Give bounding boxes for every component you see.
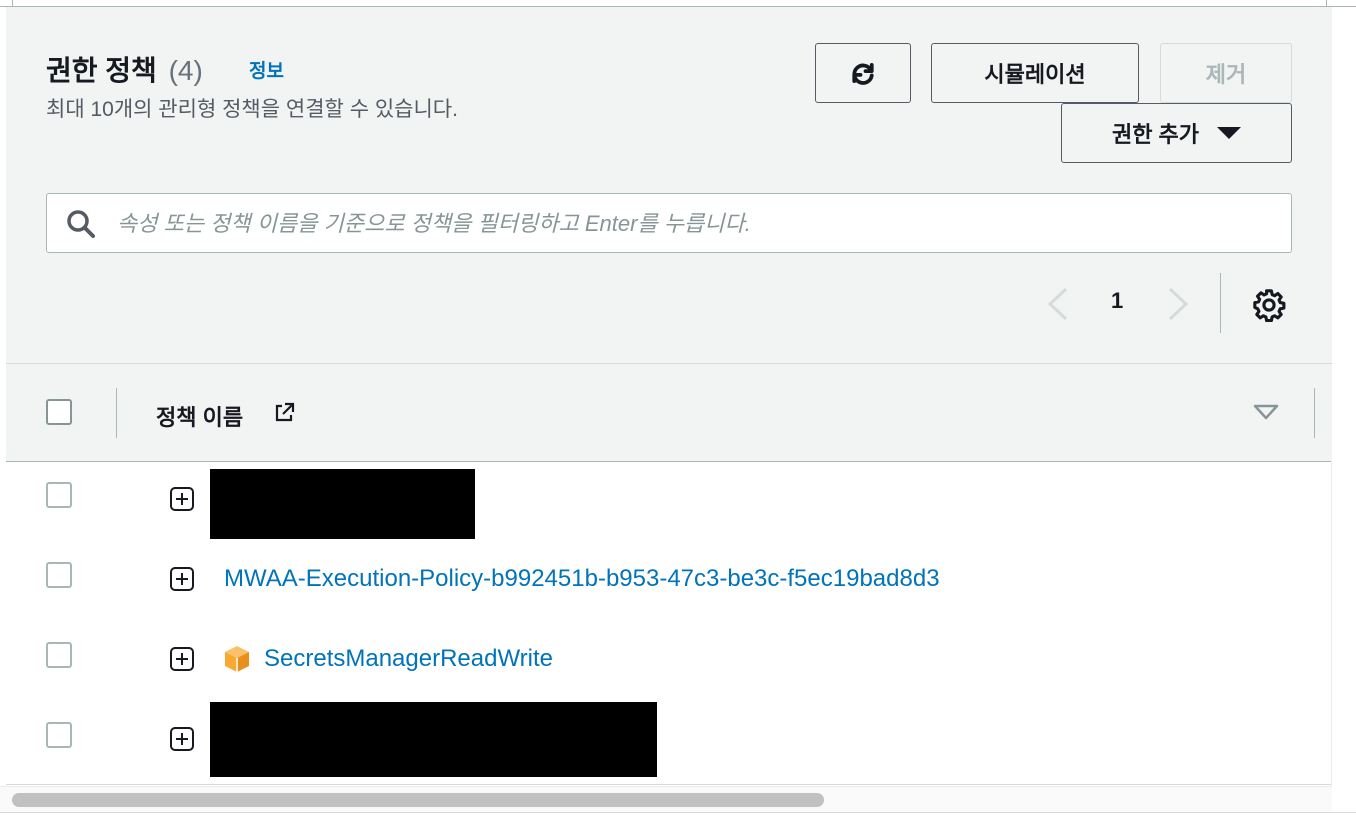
simulate-button[interactable]: 시뮬레이션 [931,43,1139,103]
row-checkbox[interactable] [46,482,72,508]
select-all-checkbox[interactable] [46,399,72,425]
aws-managed-icon [225,646,249,672]
bottom-divider [0,812,1356,813]
table-row: MWAA-Execution-Policy-b992451b-b953-47c3… [6,542,1332,623]
refresh-icon [852,63,874,85]
table-column-header: 정책 이름 [6,363,1332,462]
policy-name-link[interactable]: MWAA-Execution-Policy-b992451b-b953-47c3… [224,565,940,593]
current-page-number[interactable]: 1 [1111,288,1123,314]
add-permissions-button[interactable]: 권한 추가 [1061,103,1292,163]
refresh-button[interactable] [815,43,911,103]
permission-policies-page: 권한 정책 (4) 정보 최대 10개의 관리형 정책을 연결할 수 있습니다.… [0,0,1356,820]
sort-down-icon[interactable] [1252,402,1280,422]
row-checkbox[interactable] [46,642,72,668]
add-permissions-label: 권한 추가 [1111,122,1200,147]
search-icon [67,210,95,238]
policy-search [46,193,1292,254]
row-checkbox[interactable] [46,562,72,588]
row-checkbox[interactable] [46,722,72,748]
title-text: 권한 정책 [46,55,157,86]
top-edge-tick [1326,0,1327,6]
horizontal-scrollbar[interactable] [0,786,1332,813]
top-edge-tick [12,0,13,6]
expand-plus-icon[interactable] [169,726,195,752]
table-row: SecretsManagerReadWrite [6,622,1332,703]
policy-name-link[interactable]: SecretsManagerReadWrite [264,645,553,673]
chevron-left-icon[interactable] [1044,286,1072,322]
remove-button[interactable]: 제거 [1160,43,1292,103]
scrollbar-thumb[interactable] [12,793,824,807]
table-row [6,702,1332,785]
info-link[interactable]: 정보 [249,56,284,83]
top-edge [0,0,1356,7]
search-input[interactable] [115,194,1279,254]
table-row [6,462,1332,543]
page-title: 권한 정책 (4) [46,49,203,89]
caret-down-icon [1217,127,1242,139]
expand-plus-icon[interactable] [169,646,195,672]
expand-plus-icon[interactable] [169,566,195,592]
page-subtitle: 최대 10개의 관리형 정책을 연결할 수 있습니다. [46,98,458,121]
column-divider [116,388,117,438]
pagination-divider [1220,273,1221,333]
column-divider [1314,388,1315,438]
table-right-border [1331,461,1332,786]
table-header-panel: 권한 정책 (4) 정보 최대 10개의 관리형 정책을 연결할 수 있습니다.… [6,7,1332,462]
external-link-icon [275,402,295,422]
expand-plus-icon[interactable] [169,486,195,512]
gear-icon[interactable] [1252,288,1286,322]
redacted-policy-name [210,469,475,539]
column-policy-name[interactable]: 정책 이름 [156,400,243,432]
chevron-right-icon[interactable] [1164,286,1192,322]
redacted-policy-name [210,702,657,777]
policy-count: (4) [168,55,203,86]
